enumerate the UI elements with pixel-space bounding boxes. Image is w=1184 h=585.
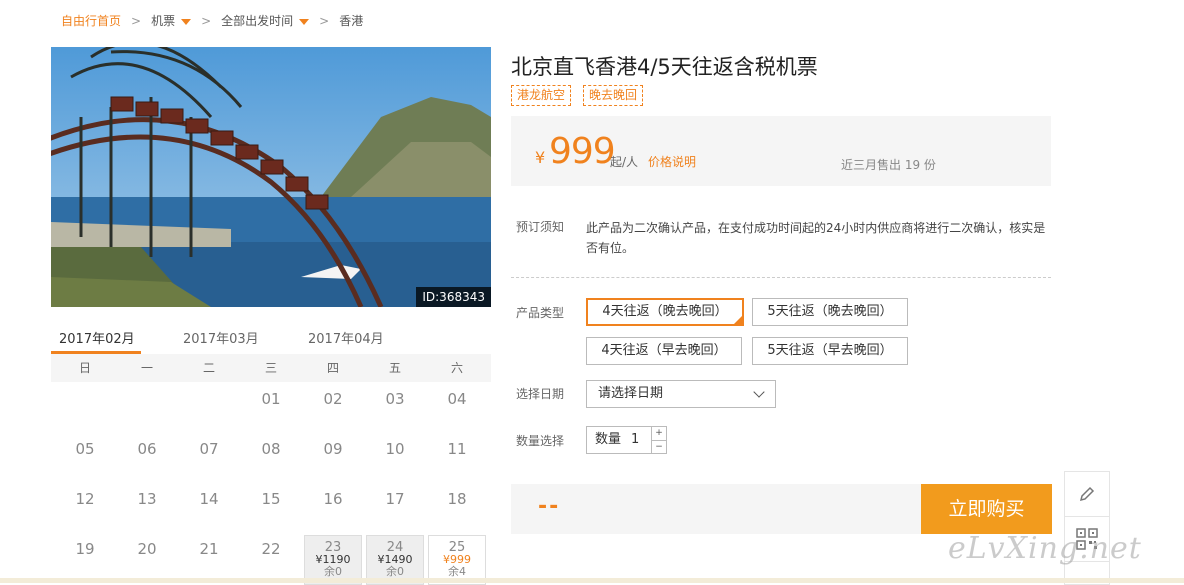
calendar-day: 01 [261, 390, 281, 408]
weekday-header: 三 [264, 361, 277, 375]
calendar-day: 10 [385, 440, 405, 458]
photo-id-label: ID:368343 [416, 287, 491, 307]
weekday-header: 六 [450, 361, 463, 375]
total-bar [511, 484, 921, 534]
buy-now-button[interactable]: 立即购买 [921, 484, 1052, 534]
breadcrumb-category-label: 机票 [151, 14, 176, 28]
calendar-day: 11 [447, 440, 467, 458]
sold-count: 近三月售出 19 份 [841, 158, 936, 172]
price-value: 999 [549, 131, 616, 172]
currency-symbol: ¥ [535, 148, 546, 167]
breadcrumb-destination: 香港 [339, 14, 364, 28]
date-select-value: 请选择日期 [598, 386, 664, 401]
tab-month-2017-02[interactable]: 2017年02月 [59, 328, 135, 347]
quantity-text: 数量 [595, 432, 622, 447]
caret-down-icon [181, 18, 192, 25]
total-price: -- [538, 494, 561, 519]
weekday-header: 一 [140, 361, 153, 375]
breadcrumb: 自由行首页 > 机票 > 全部出发时间 > 香港 [61, 12, 363, 29]
calendar-day: 20 [137, 540, 157, 558]
calendar-day: 15 [261, 490, 281, 508]
quantity-decrease-button[interactable]: − [652, 441, 666, 454]
breadcrumb-separator: > [131, 13, 142, 28]
pencil-icon [1079, 486, 1095, 502]
weekday-header: 日 [78, 361, 91, 375]
notice-label: 预订须知 [516, 220, 565, 234]
breadcrumb-home-link[interactable]: 自由行首页 [61, 12, 121, 29]
product-title: 北京直飞香港4/5天往返含税机票 [511, 55, 818, 79]
calendar-day: 05 [75, 440, 95, 458]
divider [511, 277, 1051, 278]
quantity-field[interactable]: 数量 1 [586, 426, 652, 454]
calendar-day: 04 [447, 390, 467, 408]
calendar-day: 16 [323, 490, 343, 508]
calendar-day: 02 [323, 390, 343, 408]
site-watermark: eLvXing.net [948, 531, 1142, 566]
quantity-increase-button[interactable]: + [652, 427, 666, 441]
product-photo: ID:368343 [51, 47, 491, 307]
chevron-down-icon [753, 386, 765, 398]
calendar-day: 09 [323, 440, 343, 458]
calendar-day: 21 [199, 540, 219, 558]
day-remaining: 余0 [386, 565, 404, 578]
type-label: 产品类型 [516, 306, 565, 320]
weekday-header: 五 [388, 361, 401, 375]
roller-coaster-image [51, 47, 491, 307]
calendar-day: 19 [75, 540, 95, 558]
day-remaining: 余4 [448, 565, 466, 578]
notice-text: 此产品为二次确认产品，在支付成功时间起的24小时内供应商将进行二次确认，核实是否… [586, 221, 1046, 255]
calendar-day: 03 [385, 390, 405, 408]
breadcrumb-separator: > [319, 13, 330, 28]
type-option-5day-late[interactable]: 5天往返（晚去晚回） [752, 298, 908, 326]
tag-airline: 港龙航空 [511, 85, 572, 106]
tab-month-2017-04[interactable]: 2017年04月 [308, 328, 384, 347]
calendar-day: 07 [199, 440, 219, 458]
calendar-day: 17 [385, 490, 405, 508]
breadcrumb-departure-dropdown[interactable]: 全部出发时间 [221, 12, 310, 29]
side-toolbar [1064, 471, 1110, 585]
caret-down-icon [299, 18, 310, 25]
date-select[interactable]: 请选择日期 [586, 380, 776, 408]
type-option-4day-early[interactable]: 4天往返（早去晚回） [586, 337, 742, 365]
date-label: 选择日期 [516, 387, 565, 401]
calendar-day: 06 [137, 440, 157, 458]
day-remaining: 余0 [324, 565, 342, 578]
breadcrumb-separator: > [201, 13, 212, 28]
type-option-5day-early[interactable]: 5天往返（早去晚回） [752, 337, 908, 365]
feedback-button[interactable] [1065, 472, 1109, 517]
price-unit: 起/人 [610, 155, 639, 169]
tab-month-2017-03[interactable]: 2017年03月 [183, 328, 259, 347]
weekday-header: 四 [326, 361, 339, 375]
weekday-header: 二 [202, 361, 215, 375]
page-bottom-strip [0, 578, 1184, 583]
breadcrumb-departure-label: 全部出发时间 [221, 14, 294, 28]
calendar-day: 08 [261, 440, 281, 458]
calendar-day: 13 [137, 490, 157, 508]
calendar-day: 18 [447, 490, 467, 508]
quantity-stepper: + − [651, 426, 667, 454]
price-explanation-link[interactable]: 价格说明 [648, 153, 696, 170]
tag-schedule: 晚去晚回 [583, 85, 644, 106]
breadcrumb-category-dropdown[interactable]: 机票 [151, 12, 192, 29]
calendar-day: 12 [75, 490, 95, 508]
quantity-value: 1 [631, 432, 640, 447]
type-option-4day-late[interactable]: 4天往返（晚去晚回） [586, 298, 744, 326]
calendar-day: 22 [261, 540, 281, 558]
qty-label: 数量选择 [516, 434, 565, 448]
calendar-day: 14 [199, 490, 219, 508]
